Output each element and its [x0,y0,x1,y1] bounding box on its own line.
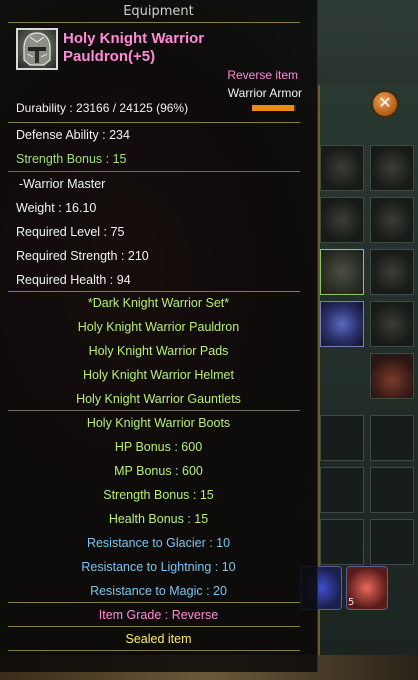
set-item: Holy Knight Warrior Boots [86,416,231,430]
set-item: Holy Knight Warrior Pauldron [77,320,240,334]
durability-bar [252,105,296,111]
sealed-status: Sealed item [125,632,192,646]
set-title: *Dark Knight Warrior Set* [87,296,230,310]
bag-slot[interactable] [320,519,364,565]
knight-helmet-icon [16,28,58,70]
inventory-slot[interactable] [370,249,414,295]
close-icon: ✕ [378,93,392,112]
inventory-slot[interactable] [370,145,414,191]
set-item: Holy Knight Warrior Helmet [83,368,234,382]
armor-slot[interactable] [320,301,364,347]
stat-weight: Weight : 16.10 [16,201,97,215]
item-name: Holy Knight Warrior Pauldron(+5) [63,30,205,65]
divider [8,626,300,627]
divider [8,410,300,411]
stat-defense: Defense Ability : 234 [16,128,130,142]
bag-slot[interactable] [370,415,414,461]
item-grade: Item Grade : Reverse [98,608,219,622]
stat-required-health: Required Health : 94 [16,273,131,287]
resistance-lightning: Resistance to Lightning : 10 [81,560,236,574]
inventory-slot[interactable] [370,197,414,243]
belt-count: 5 [348,597,355,608]
item-type-reverse: Reverse item [227,68,298,82]
divider [8,122,300,123]
divider [8,650,300,651]
close-button[interactable]: ✕ [371,90,399,118]
set-bonus: Strength Bonus : 15 [103,488,214,502]
bag-slot[interactable] [320,415,364,461]
divider [8,22,300,23]
bag-slot[interactable] [320,467,364,513]
inventory-slot[interactable] [370,353,414,399]
inventory-slot[interactable] [320,145,364,191]
resistance-magic: Resistance to Magic : 20 [90,584,227,598]
divider [8,602,300,603]
set-item: Holy Knight Warrior Gauntlets [76,392,241,406]
stat-class: -Warrior Master [19,177,106,191]
set-bonus: MP Bonus : 600 [114,464,203,478]
inventory-slot[interactable] [320,249,364,295]
item-type-class: Warrior Armor [227,86,302,100]
bag-slot[interactable] [370,519,414,565]
divider [8,291,300,292]
stat-strength-bonus: Strength Bonus : 15 [16,152,127,166]
inventory-slot[interactable] [370,301,414,347]
resistance-glacier: Resistance to Glacier : 10 [86,536,231,550]
durability-label: Durability : 23166 / 24125 (96%) [16,101,189,115]
item-tooltip: Equipment Holy Knight Warrior Pauldron(+… [0,0,318,672]
set-bonus: HP Bonus : 600 [114,440,203,454]
set-item: Holy Knight Warrior Pads [88,344,229,358]
durability-fill [252,105,295,111]
stat-required-level: Required Level : 75 [16,225,125,239]
stat-required-strength: Required Strength : 210 [16,249,149,263]
inventory-slot[interactable] [320,197,364,243]
set-bonus: Health Bonus : 15 [108,512,209,526]
bag-slot[interactable] [370,467,414,513]
tooltip-header: Equipment [123,4,194,19]
divider [8,171,300,172]
